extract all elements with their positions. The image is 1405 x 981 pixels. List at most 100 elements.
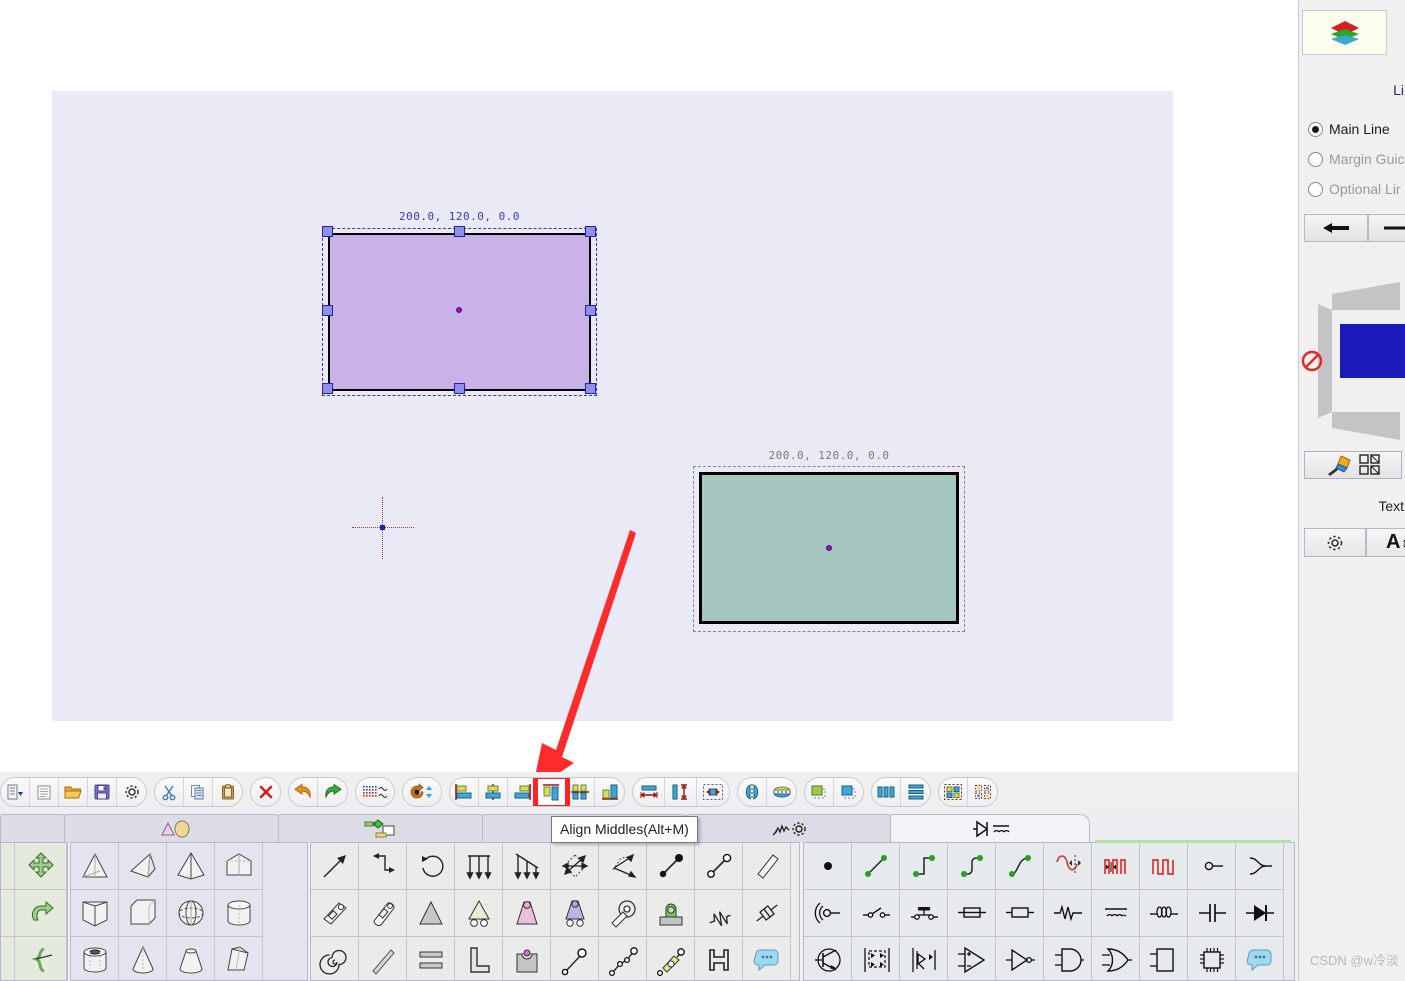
resistor-zigzag-symbol[interactable]	[1044, 890, 1092, 937]
pulse-train-symbol[interactable]	[1092, 843, 1140, 890]
canvas-sheet[interactable]	[52, 91, 1173, 721]
cut-button[interactable]	[155, 778, 184, 806]
handle-top-center[interactable]	[454, 226, 465, 237]
and-gate-symbol[interactable]	[1044, 937, 1092, 980]
square-pyramid-shape[interactable]	[167, 843, 215, 890]
align-left-button[interactable]	[450, 778, 479, 806]
two-link-shape[interactable]	[551, 937, 599, 980]
diode-symbol[interactable]	[1236, 890, 1284, 937]
uniform-load-shape[interactable]	[455, 843, 503, 890]
polyline-arrow-shape[interactable]	[359, 843, 407, 890]
distribute-horizontal-button[interactable]	[633, 778, 665, 806]
line-arrow-button[interactable]	[1304, 214, 1368, 242]
i-beam-shape[interactable]	[695, 937, 743, 980]
triangular-prism-shape[interactable]	[215, 843, 263, 890]
rotate-button[interactable]	[403, 778, 441, 806]
copy-button[interactable]	[184, 778, 213, 806]
align-middles-button[interactable]	[533, 778, 570, 806]
link-hollow-shape[interactable]	[695, 843, 743, 890]
handle-top-left[interactable]	[322, 226, 333, 237]
distribute-vertical-button[interactable]	[665, 778, 697, 806]
link-filled-shape[interactable]	[647, 843, 695, 890]
spiral-spring-shape[interactable]	[311, 937, 359, 980]
prism-shape[interactable]	[71, 890, 119, 937]
three-link-shape[interactable]	[599, 937, 647, 980]
radio-main-line[interactable]: Main Line	[1308, 121, 1390, 137]
align-right-button[interactable]	[508, 778, 537, 806]
delete-button[interactable]	[251, 778, 280, 806]
fixed-support-shape[interactable]	[407, 890, 455, 937]
triangular-load-shape[interactable]	[503, 843, 551, 890]
radio-margin-guide[interactable]: Margin Guic	[1308, 151, 1404, 167]
wedge-shape[interactable]	[215, 937, 263, 980]
inverter-gate-symbol[interactable]	[996, 937, 1044, 980]
push-button-symbol[interactable]	[900, 890, 948, 937]
move-tool[interactable]	[15, 843, 67, 890]
align-bottoms-button[interactable]	[595, 778, 624, 806]
paste-button[interactable]	[213, 778, 242, 806]
radio-optional-line[interactable]: Optional Lir	[1308, 181, 1401, 197]
ground-mount-shape[interactable]	[647, 890, 695, 937]
notepad-button[interactable]	[30, 778, 59, 806]
arrow-vector-shape[interactable]	[311, 843, 359, 890]
radio-main-line-indicator[interactable]	[1308, 121, 1323, 137]
handle-bottom-right[interactable]	[585, 383, 596, 394]
s-curve-symbol[interactable]	[948, 843, 996, 890]
cone-shape[interactable]	[119, 937, 167, 980]
flip-horizontal-button[interactable]	[738, 778, 767, 806]
group-button[interactable]	[939, 778, 968, 806]
sine-wave-symbol[interactable]	[1044, 843, 1092, 890]
shape1-center-point[interactable]	[456, 307, 462, 313]
ungroup-button[interactable]	[968, 778, 997, 806]
space-vertically-button[interactable]	[901, 778, 930, 806]
redo-button[interactable]	[318, 778, 347, 806]
four-way-arrow-shape[interactable]	[551, 843, 599, 890]
tab-electrical[interactable]	[890, 814, 1090, 842]
new-document-button[interactable]	[1, 778, 30, 806]
line-plain-button[interactable]	[1368, 214, 1405, 242]
text-settings-button[interactable]	[1304, 528, 1366, 557]
shape-rectangle-purple[interactable]: 200.0, 120.0, 0.0	[322, 210, 597, 396]
force-polygon-shape[interactable]	[599, 843, 647, 890]
comment-shape[interactable]	[743, 937, 791, 980]
tab-blank[interactable]	[0, 814, 70, 842]
font-size-button[interactable]: A ↕	[1366, 528, 1405, 557]
handle-bottom-left[interactable]	[322, 383, 333, 394]
brace-tool[interactable]	[15, 937, 67, 980]
tab-mechanical[interactable]	[686, 814, 896, 842]
cylinder-shape[interactable]	[215, 890, 263, 937]
step-line-symbol[interactable]	[900, 843, 948, 890]
align-centers-button[interactable]	[479, 778, 508, 806]
junction-symbol[interactable]	[1236, 843, 1284, 890]
tab-flowchart[interactable]	[278, 814, 488, 842]
grid-snap-button[interactable]	[356, 778, 394, 806]
pulley-shape[interactable]	[599, 890, 647, 937]
oblique-pyramid-shape[interactable]	[119, 843, 167, 890]
roller-support-shape[interactable]	[455, 890, 503, 937]
inductor-coil-symbol[interactable]	[1140, 890, 1188, 937]
send-to-back-button[interactable]	[834, 778, 863, 806]
slider-joint-shape[interactable]	[311, 890, 359, 937]
square-wave-symbol[interactable]	[1140, 843, 1188, 890]
tab-shapes[interactable]	[64, 814, 284, 842]
save-button[interactable]	[88, 778, 117, 806]
format-painter-button[interactable]	[1304, 451, 1402, 479]
distribute-center-button[interactable]	[697, 778, 729, 806]
drawing-canvas[interactable]: 200.0, 120.0, 0.0 200.0, 120.0, 0.0	[0, 0, 1298, 772]
bring-to-front-button[interactable]	[805, 778, 834, 806]
comment-symbol[interactable]	[1236, 937, 1284, 980]
line-style-preview[interactable]	[1300, 282, 1405, 440]
rotation-arrow-shape[interactable]	[407, 843, 455, 890]
straight-line-symbol[interactable]	[852, 843, 900, 890]
or-gate-symbol[interactable]	[1092, 937, 1140, 980]
roller-pin-support-shape[interactable]	[551, 890, 599, 937]
sphere-shape[interactable]	[167, 890, 215, 937]
crank-shape[interactable]	[647, 937, 695, 980]
tetrahedron-shape[interactable]	[71, 843, 119, 890]
fuse-symbol[interactable]	[948, 890, 996, 937]
pin-support-shape[interactable]	[503, 890, 551, 937]
bracket-shape[interactable]	[455, 937, 503, 980]
tube-shape[interactable]	[71, 937, 119, 980]
rod-shape[interactable]	[359, 937, 407, 980]
op-amp-symbol[interactable]	[948, 937, 996, 980]
